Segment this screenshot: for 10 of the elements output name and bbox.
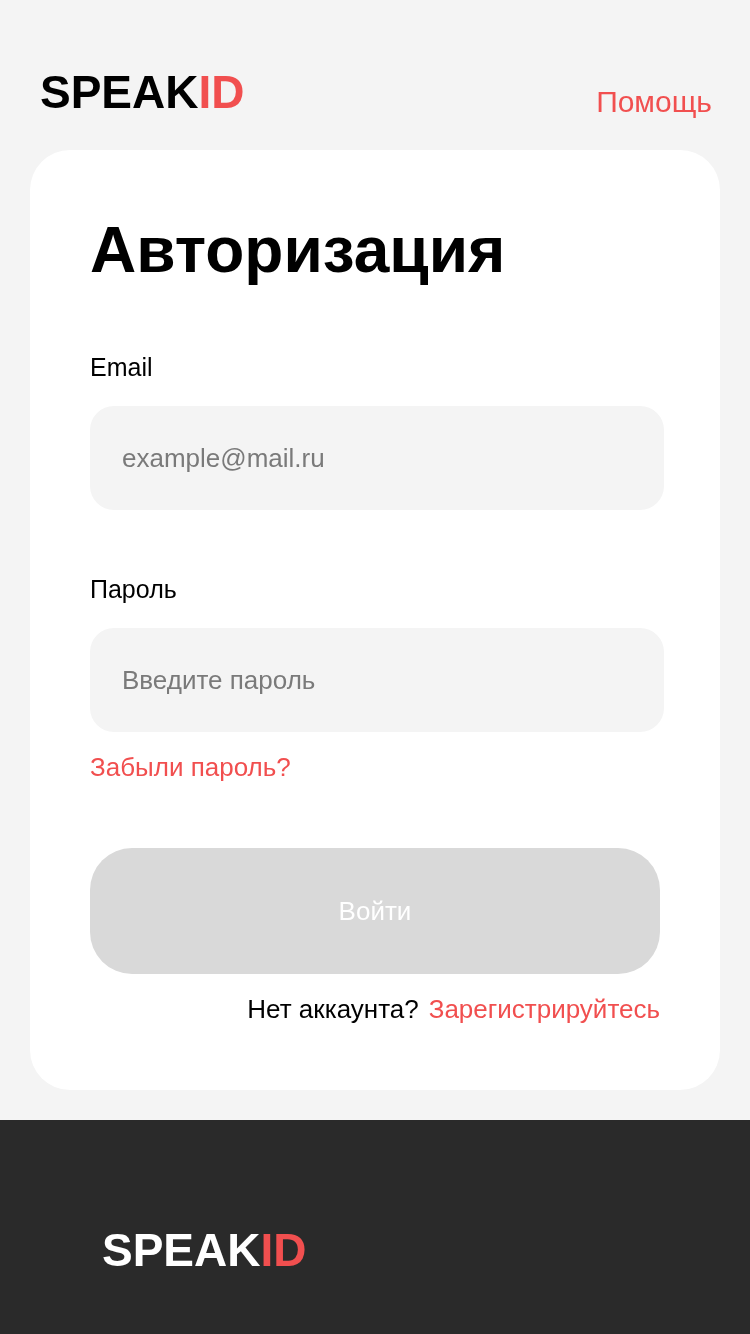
footer-logo: SPEAKID [102, 1227, 307, 1273]
email-field[interactable]: example@mail.ru [90, 406, 664, 510]
field-label: Пароль [90, 577, 177, 602]
field-label: Email [90, 355, 153, 380]
signup-prompt-text: Нет аккаунта? [247, 996, 419, 1022]
logo: SPEAKID [40, 69, 245, 115]
signup-link[interactable]: Зарегистрируйтесь [428, 996, 660, 1022]
forgot-password-link[interactable]: Забыли пароль? [90, 754, 291, 780]
password-field[interactable]: Введите пароль [90, 628, 664, 732]
help-link[interactable]: Помощь [596, 87, 712, 117]
